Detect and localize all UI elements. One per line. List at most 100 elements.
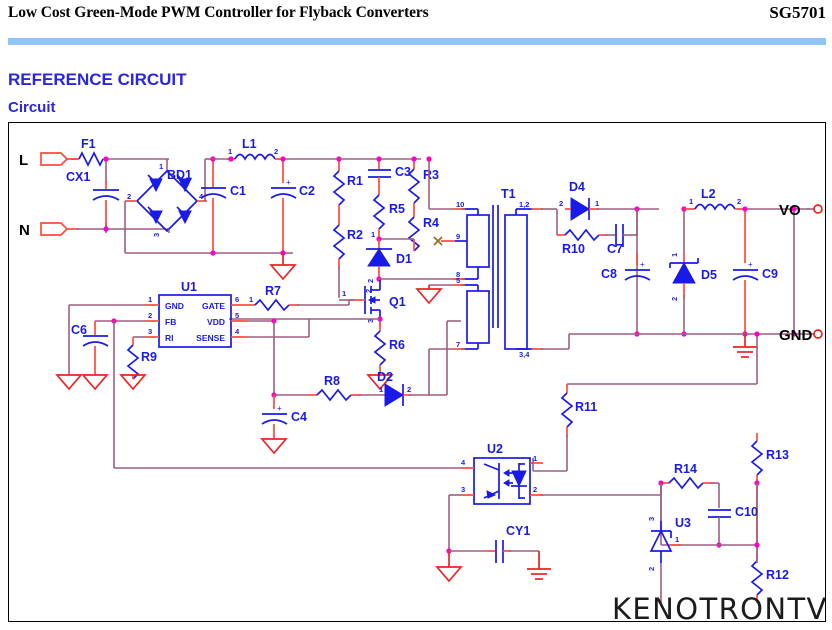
schematic-canvas: .w { stroke:#9e5f80; stroke-width:1.6; f… bbox=[19, 137, 823, 603]
component-D1[interactable]: D1 bbox=[366, 239, 412, 279]
svg-text:1: 1 bbox=[371, 230, 375, 239]
component-R6[interactable]: R6 bbox=[373, 323, 405, 375]
u1-pin-3-name: RI bbox=[165, 333, 174, 343]
svg-text:R14: R14 bbox=[674, 462, 697, 476]
u1-pin-4-num: 4 bbox=[235, 327, 240, 336]
svg-text:3: 3 bbox=[152, 233, 161, 237]
component-U3[interactable]: U3 3 2 1 bbox=[647, 516, 691, 571]
svg-text:R9: R9 bbox=[141, 350, 157, 364]
u1-pin-6-num: 6 bbox=[235, 295, 239, 304]
component-L2[interactable]: L2 1 2 bbox=[684, 187, 745, 211]
earth-ground-symbol bbox=[527, 551, 551, 580]
component-D4[interactable]: D4 2 1 bbox=[559, 180, 599, 221]
t1-pin-3-4: 3,4 bbox=[519, 350, 530, 359]
component-BD1[interactable]: 1 2 3 4 BD1 bbox=[127, 159, 207, 237]
ground-symbol bbox=[269, 253, 297, 281]
u1-refdes: U1 bbox=[181, 280, 197, 294]
junction bbox=[103, 156, 109, 162]
component-R1[interactable]: R1 bbox=[332, 159, 363, 215]
terminal-N[interactable] bbox=[40, 222, 79, 236]
svg-text:C3: C3 bbox=[395, 165, 411, 179]
component-R10[interactable]: R10 bbox=[557, 228, 607, 256]
svg-text:1: 1 bbox=[342, 289, 346, 298]
component-D2[interactable]: D2 1 2 bbox=[359, 370, 411, 407]
svg-text:R12: R12 bbox=[766, 568, 789, 582]
t1-pin-1-2: 1,2 bbox=[519, 200, 529, 209]
svg-text:R2: R2 bbox=[347, 228, 363, 242]
schematic-page: Low Cost Green-Mode PWM Controller for F… bbox=[0, 0, 832, 630]
component-R2[interactable]: R2 bbox=[332, 215, 363, 269]
terminal-label-VO: VO bbox=[779, 202, 801, 219]
document-header: Low Cost Green-Mode PWM Controller for F… bbox=[0, 0, 832, 34]
component-C4[interactable]: + C4 bbox=[261, 395, 307, 439]
component-C8[interactable]: + C8 bbox=[601, 253, 651, 281]
svg-text:+: + bbox=[286, 178, 291, 187]
u2-refdes: U2 bbox=[487, 442, 503, 456]
component-L1[interactable]: L1 1 2 bbox=[213, 137, 283, 161]
component-C2[interactable]: + C2 bbox=[270, 159, 315, 253]
component-R5[interactable]: R5 bbox=[372, 189, 405, 239]
svg-text:C1: C1 bbox=[230, 184, 246, 198]
component-C9[interactable]: + C9 bbox=[732, 209, 778, 334]
svg-text:2: 2 bbox=[274, 147, 278, 156]
svg-text:L1: L1 bbox=[242, 137, 257, 151]
svg-text:Q1: Q1 bbox=[389, 295, 406, 309]
component-C10[interactable]: C10 bbox=[708, 505, 758, 545]
svg-text:1: 1 bbox=[670, 253, 679, 257]
component-U1[interactable]: U1 GND FB RI GATE VDD SENSE 1 2 3 6 5 4 bbox=[145, 280, 247, 348]
svg-text:1: 1 bbox=[595, 199, 599, 208]
junction bbox=[426, 156, 432, 162]
ground-symbol bbox=[81, 374, 109, 391]
ground-symbol bbox=[260, 438, 288, 455]
subsection-title: Circuit bbox=[8, 99, 56, 116]
u1-pin-2-name: FB bbox=[165, 317, 176, 327]
junction bbox=[754, 331, 760, 337]
component-R7[interactable]: R7 bbox=[247, 284, 299, 312]
component-R9[interactable]: R9 bbox=[126, 337, 157, 380]
terminal-VO[interactable] bbox=[807, 204, 823, 214]
ground-symbol bbox=[415, 284, 453, 305]
junction bbox=[210, 250, 216, 256]
junction bbox=[754, 542, 760, 548]
junction bbox=[411, 156, 417, 162]
component-T1[interactable]: T1 10 9 8 5 7 1,2 3,4 bbox=[433, 187, 543, 359]
component-CY1[interactable]: CY1 bbox=[449, 524, 539, 563]
component-C1[interactable]: C1 bbox=[200, 159, 246, 253]
svg-text:D1: D1 bbox=[396, 252, 412, 266]
component-D5[interactable]: D5 1 2 bbox=[669, 209, 717, 334]
junction bbox=[228, 156, 234, 162]
svg-text:D5: D5 bbox=[701, 268, 717, 282]
t1-pin-10: 10 bbox=[456, 200, 464, 209]
component-C6[interactable]: C6 bbox=[71, 321, 109, 375]
component-R8[interactable]: R8 bbox=[274, 374, 361, 402]
svg-text:C4: C4 bbox=[291, 410, 307, 424]
svg-text:C6: C6 bbox=[71, 323, 87, 337]
svg-text:+: + bbox=[640, 260, 645, 269]
component-R14[interactable]: R14 bbox=[661, 462, 713, 490]
u1-pin-4-name: SENSE bbox=[196, 333, 225, 343]
component-U2[interactable]: U2 4 3 1 2 bbox=[461, 442, 543, 505]
u2-pin-4: 4 bbox=[461, 458, 466, 467]
terminal-label-GND: GND bbox=[779, 327, 813, 344]
svg-text:R10: R10 bbox=[562, 242, 585, 256]
terminal-label-L: L bbox=[19, 152, 28, 169]
component-R3[interactable]: R3 bbox=[407, 159, 439, 211]
svg-text:2: 2 bbox=[366, 279, 375, 283]
t1-pin-5: 5 bbox=[456, 276, 460, 285]
svg-text:R4: R4 bbox=[423, 216, 439, 230]
svg-text:C7: C7 bbox=[607, 242, 623, 256]
svg-text:3: 3 bbox=[647, 517, 656, 521]
component-C7[interactable]: C7 bbox=[605, 224, 637, 256]
component-CX1[interactable] bbox=[92, 181, 120, 229]
junction bbox=[376, 156, 382, 162]
component-R13[interactable]: R13 bbox=[750, 433, 789, 485]
svg-text:2: 2 bbox=[670, 297, 679, 301]
terminal-label-N: N bbox=[19, 222, 30, 239]
component-F1[interactable] bbox=[71, 151, 109, 167]
junction bbox=[742, 206, 748, 212]
component-R11[interactable]: R11 bbox=[560, 384, 597, 437]
svg-text:R11: R11 bbox=[575, 400, 597, 414]
component-C3[interactable]: C3 bbox=[368, 159, 411, 189]
svg-text:+: + bbox=[277, 404, 282, 413]
u1-pin-5-num: 5 bbox=[235, 311, 239, 320]
